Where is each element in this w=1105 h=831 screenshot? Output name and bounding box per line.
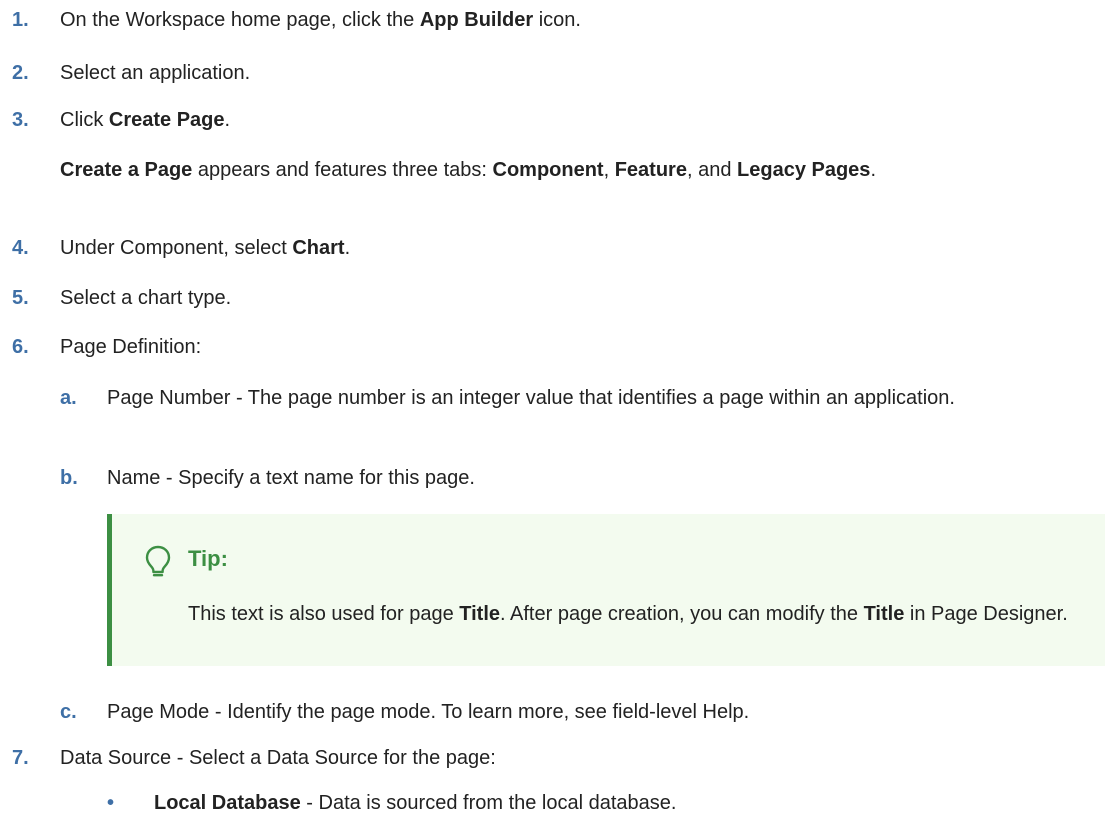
bullet-marker: • bbox=[107, 792, 115, 814]
step-text: Data Source - Select a Data Source for t… bbox=[60, 747, 496, 769]
step-number: 5. bbox=[12, 287, 29, 309]
substep-text: Page Mode - Identify the page mode. To l… bbox=[107, 701, 750, 723]
substep-letter: c. bbox=[60, 701, 77, 723]
tip-title: Tip: bbox=[188, 546, 228, 571]
step-text: Page Definition: bbox=[60, 336, 202, 358]
step-text-part: On the Workspace home page, click the bbox=[60, 9, 420, 31]
step-number: 3. bbox=[12, 109, 29, 131]
ui-term-legacy-pages: Legacy Pages bbox=[737, 159, 871, 181]
ui-term-title: Title bbox=[459, 603, 501, 625]
ui-term-app-builder: App Builder bbox=[419, 9, 534, 31]
step-text: On the Workspace home page, click the Ap… bbox=[60, 5, 1080, 35]
ui-term-feature: Feature bbox=[614, 159, 687, 181]
substep-letter: a. bbox=[60, 387, 77, 409]
bullet-text-part: - Data is sourced from the local databas… bbox=[300, 792, 677, 814]
step-text-part: . bbox=[344, 237, 351, 259]
step-text-part: icon. bbox=[533, 9, 581, 31]
step-text-part: Click bbox=[60, 109, 109, 131]
step-text: Under Component, select Chart. bbox=[60, 233, 1080, 263]
ui-term-create-page: Create Page bbox=[108, 109, 225, 131]
tip-box: Tip: This text is also used for page Tit… bbox=[107, 514, 1105, 666]
note-text-part: . bbox=[870, 159, 876, 181]
ui-term-component: Component bbox=[492, 159, 604, 181]
step-text-part: . bbox=[224, 109, 231, 131]
step-text: Select an application. bbox=[60, 62, 251, 84]
ui-term-chart: Chart bbox=[292, 237, 345, 259]
note-text-part: appears and features three tabs: bbox=[192, 159, 493, 181]
substep-text: Page Number - The page number is an inte… bbox=[107, 387, 955, 409]
substep-text: Name - Specify a text name for this page… bbox=[107, 467, 475, 489]
note-text-part: , bbox=[603, 159, 615, 181]
tip-text-part: in Page Designer. bbox=[904, 603, 1068, 625]
tip-text-part: . After page creation, you can modify th… bbox=[500, 603, 864, 625]
step-number: 4. bbox=[12, 237, 29, 259]
ui-term-title: Title bbox=[863, 603, 905, 625]
step-number: 1. bbox=[12, 9, 29, 31]
ui-term-create-a-page: Create a Page bbox=[60, 159, 193, 181]
step-text: Select a chart type. bbox=[60, 287, 232, 309]
note-text-part: , and bbox=[686, 159, 738, 181]
lightbulb-icon bbox=[145, 545, 171, 579]
step-text-part: Under Component, select bbox=[60, 237, 293, 259]
step-number: 2. bbox=[12, 62, 29, 84]
ui-term-local-database: Local Database bbox=[154, 792, 301, 814]
tip-text-part: This text is also used for page bbox=[188, 603, 460, 625]
document-body: 1. On the Workspace home page, click the… bbox=[0, 0, 1105, 831]
substep-letter: b. bbox=[60, 467, 78, 489]
step-number: 7. bbox=[12, 747, 29, 769]
step-text: Click Create Page. bbox=[60, 105, 1080, 135]
create-page-note: Create a Page appears and features three… bbox=[60, 155, 1060, 185]
tip-text: This text is also used for page Title. A… bbox=[188, 599, 1068, 629]
step-number: 6. bbox=[12, 336, 29, 358]
bullet-text: Local Database - Data is sourced from th… bbox=[154, 788, 1105, 818]
